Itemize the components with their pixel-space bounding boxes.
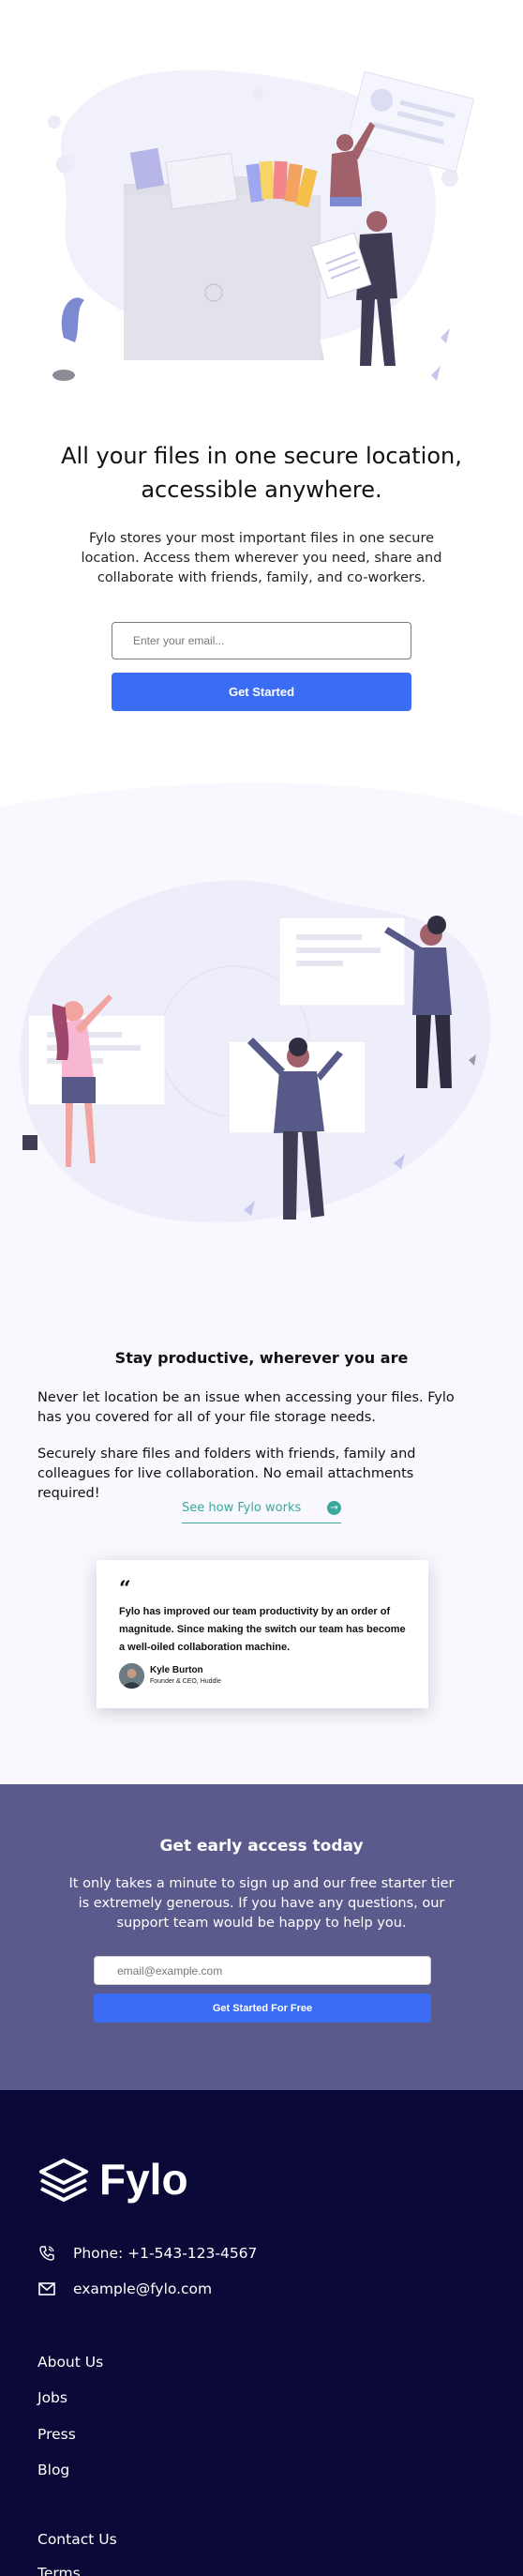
footer-link-about-us[interactable]: About Us — [37, 2354, 103, 2371]
see-how-link-label: See how Fylo works — [182, 1501, 302, 1515]
arrow-right-icon: → — [327, 1501, 341, 1515]
footer: Fylo Phone: +1-543-123-4567 example@fylo… — [0, 2090, 523, 2576]
email-contact[interactable]: example@fylo.com — [37, 2280, 212, 2298]
logo-text: Fylo — [99, 2155, 188, 2204]
phone-text: Phone: +1-543-123-4567 — [73, 2245, 258, 2262]
hero-title: All your files in one secure location, a… — [61, 443, 462, 503]
get-started-free-button[interactable]: Get Started For Free — [94, 1993, 431, 2023]
footer-link-blog[interactable]: Blog — [37, 2462, 69, 2478]
testimonial-card: “ Fylo has improved our team productivit… — [97, 1560, 428, 1708]
quote-icon: “ — [119, 1577, 131, 1601]
phone-contact[interactable]: Phone: +1-543-123-4567 — [37, 2244, 257, 2263]
section-curve — [0, 769, 523, 816]
early-access-description: It only takes a minute to sign up and ou… — [68, 1876, 455, 1931]
productive-paragraph-2: Securely share files and folders with fr… — [37, 1447, 416, 1501]
hero-illustration — [48, 69, 475, 381]
fylo-logo[interactable]: Fylo — [37, 2155, 188, 2204]
footer-link-contact-us[interactable]: Contact Us — [37, 2531, 117, 2548]
footer-link-terms[interactable]: Terms — [37, 2565, 81, 2576]
get-started-button[interactable]: Get Started — [112, 673, 411, 711]
footer-link-press[interactable]: Press — [37, 2426, 76, 2443]
productive-paragraph-1: Never let location be an issue when acce… — [37, 1390, 455, 1425]
hero-email-input[interactable] — [112, 622, 411, 659]
early-access-section: Get early access today It only takes a m… — [0, 1784, 523, 2090]
see-how-fylo-works-link[interactable]: See how Fylo works → — [182, 1501, 341, 1523]
avatar — [119, 1663, 144, 1689]
productive-title: Stay productive, wherever you are — [114, 1349, 409, 1367]
productive-illustration — [20, 880, 491, 1223]
testimonial-quote: Fylo has improved our team productivity … — [119, 1606, 406, 1653]
footer-link-jobs[interactable]: Jobs — [37, 2389, 67, 2406]
hero-description: Fylo stores your most important files in… — [81, 531, 442, 585]
fylo-logo-icon — [39, 2159, 88, 2202]
hero-section: All your files in one secure location, a… — [0, 0, 523, 769]
productive-section: Stay productive, wherever you are Never … — [0, 769, 523, 1784]
early-access-title: Get early access today — [159, 1837, 364, 1856]
phone-icon — [37, 2244, 56, 2263]
email-icon — [37, 2280, 56, 2298]
author-title: Founder & CEO, Huddle — [150, 1678, 221, 1685]
author-name: Kyle Burton — [150, 1665, 203, 1675]
email-text: example@fylo.com — [73, 2281, 213, 2297]
early-access-email-input[interactable] — [94, 1956, 431, 1985]
